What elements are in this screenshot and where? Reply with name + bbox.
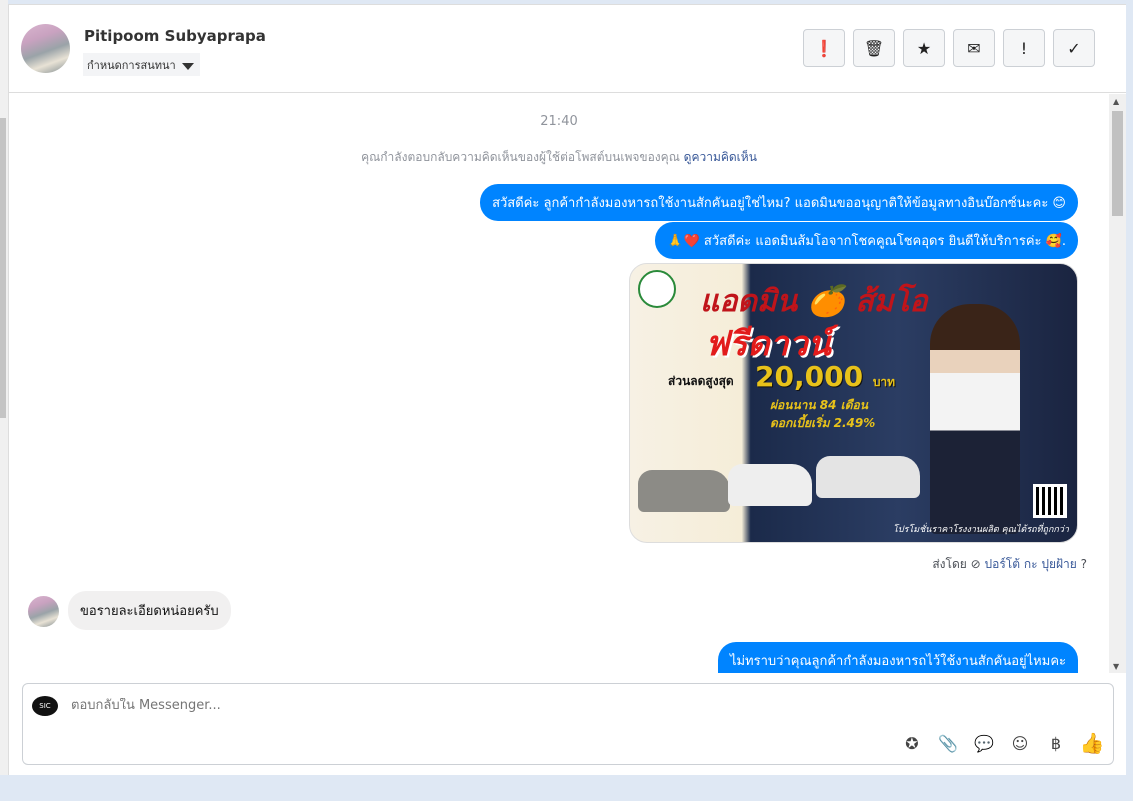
spam-button[interactable]: ❗ — [803, 29, 845, 67]
currency: บาท — [872, 375, 896, 389]
ad-footer: โปรโมชั่นราคาโรงงานผลิต คุณได้รถที่ถูกกว… — [893, 525, 1069, 535]
car-truck — [816, 456, 920, 498]
delete-button[interactable]: 🗑 — [853, 29, 895, 67]
scroll-down-icon[interactable]: ▼ — [1113, 662, 1119, 671]
car-sedan — [638, 470, 730, 512]
message-list: 21:40 คุณกำลังตอบกลับความคิดเห็นของผู้ใช… — [9, 94, 1109, 673]
model-figure — [930, 304, 1020, 534]
caret-down-icon — [181, 62, 194, 70]
timestamp: 21:40 — [540, 114, 578, 129]
outgoing-message: 🙏❤️ สวัสดีค่ะ แอดมินส้มโอจากโชคคูณโชคอุด… — [655, 222, 1078, 259]
ad-amount: 20,000 บาท — [755, 360, 895, 393]
ad-discount-label: ส่วนลดสูงสุด — [668, 374, 734, 388]
scroll-up-icon[interactable]: ▲ — [1113, 97, 1119, 106]
outgoing-message: ไม่ทราบว่าคุณลูกค้ากำลังมองหารถไว้ใช้งาน… — [717, 642, 1078, 673]
paperclip-icon[interactable]: 📎 — [937, 732, 959, 754]
contact-avatar — [28, 596, 59, 627]
incoming-message: ขอรายละเอียดหน่อยครับ — [68, 591, 231, 630]
page-avatar: SIC — [32, 696, 58, 716]
sender-name[interactable]: ปอร์โต้ กะ ปุยฝ้าย — [985, 557, 1077, 571]
promo-image[interactable]: แอดมิน 🍊 ส้มโอ ฟรีดาวน์ ส่วนลดสูงสุด 20,… — [629, 263, 1078, 543]
help-icon[interactable]: ? — [1081, 557, 1087, 571]
chat-bubble-icon[interactable]: 💬 — [973, 732, 995, 754]
check-icon: ✓ — [1067, 38, 1081, 58]
contact-name[interactable]: Pitipoom Subyaprapa — [84, 27, 266, 45]
reply-notice: คุณกำลังตอบกลับความคิดเห็นของผู้ใช้ต่อโพ… — [9, 148, 1109, 167]
conversation-panel: Pitipoom Subyaprapa กำหนดการสนทนา ❗ 🗑 ★ … — [8, 4, 1126, 775]
emoji-icon[interactable]: ☺ — [1009, 732, 1031, 754]
mark-unread-button[interactable]: ✉ — [953, 29, 995, 67]
chat-scrollbar[interactable]: ▲ ▼ — [1109, 94, 1126, 673]
qr-code — [1033, 484, 1067, 518]
avatar[interactable] — [21, 24, 70, 73]
thumbs-up-icon[interactable]: 👍 — [1080, 731, 1105, 755]
reply-input[interactable] — [71, 698, 671, 713]
envelope-icon: ✉ — [967, 38, 981, 58]
dealer-logo — [638, 270, 676, 308]
conversation-header: Pitipoom Subyaprapa กำหนดการสนทนา ❗ 🗑 ★ … — [9, 5, 1126, 93]
trash-icon: 🗑 — [863, 38, 885, 58]
composer-tools: ✪ 📎 💬 ☺ ฿ 👍 — [901, 731, 1105, 755]
saved-reply-icon[interactable]: ✪ — [901, 732, 923, 754]
reply-composer: SIC ✪ 📎 💬 ☺ ฿ 👍 — [22, 683, 1114, 765]
notice-text: คุณกำลังตอบกลับความคิดเห็นของผู้ใช้ต่อโพ… — [361, 150, 680, 164]
left-scrollbar[interactable] — [0, 0, 8, 775]
ad-interest: ดอกเบี้ยเริ่ม 2.49% — [770, 416, 876, 430]
scroll-thumb[interactable] — [1112, 111, 1123, 216]
exclamation-icon: ! — [1020, 38, 1028, 58]
baht-icon[interactable]: ฿ — [1045, 732, 1067, 754]
outgoing-message: สวัสดีค่ะ ลูกค้ากำลังมองหารถใช้งานสักคัน… — [480, 184, 1078, 221]
scroll-thumb[interactable] — [0, 118, 6, 418]
assign-label: กำหนดการสนทนา — [87, 59, 176, 72]
sent-by-label: ส่งโดย — [932, 557, 967, 571]
sent-by: ส่งโดย ⊘ ปอร์โต้ กะ ปุยฝ้าย ? — [932, 557, 1087, 571]
amount: 20,000 — [755, 360, 864, 393]
alert-circle-icon: ❗ — [814, 38, 834, 58]
assign-conversation-dropdown[interactable]: กำหนดการสนทนา — [83, 53, 200, 76]
star-button[interactable]: ★ — [903, 29, 945, 67]
header-actions: ❗ 🗑 ★ ✉ ! ✓ — [803, 29, 1095, 67]
car-pickup — [728, 464, 812, 506]
mark-done-button[interactable]: ✓ — [1053, 29, 1095, 67]
view-comment-link[interactable]: ดูความคิดเห็น — [684, 150, 757, 164]
ad-installment: ผ่อนนาน 84 เดือน — [770, 398, 868, 412]
star-icon: ★ — [916, 38, 932, 58]
follow-up-button[interactable]: ! — [1003, 29, 1045, 67]
